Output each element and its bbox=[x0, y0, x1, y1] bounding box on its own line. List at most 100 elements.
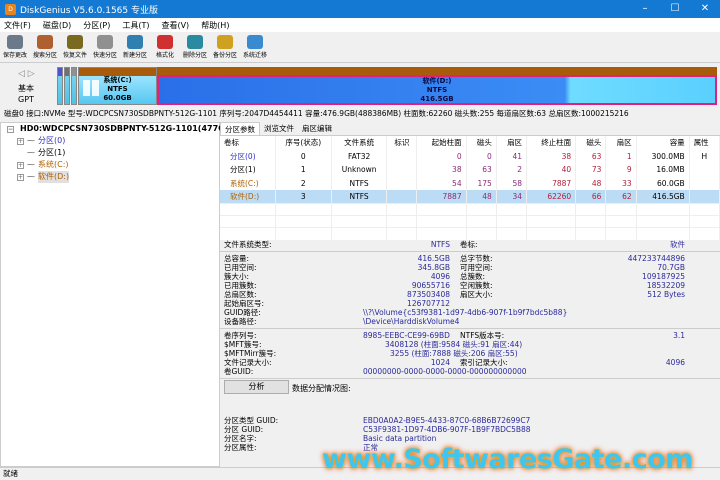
tree-disk-hd0[interactable]: − HD0:WDCPCSN730SDBPNTY-512G-1101(477GB) bbox=[1, 123, 234, 135]
table-row[interactable]: 分区(0) 0 FAT32 0 0 41 38 63 1 300.0MB H bbox=[220, 149, 720, 163]
table-cell: 62 bbox=[605, 190, 637, 204]
toolbar-button-quick-partition[interactable]: 快速分区 bbox=[90, 32, 120, 62]
toolbar-button-system-migrate[interactable]: 系统迁移 bbox=[240, 32, 270, 62]
table-cell: 分区(0) bbox=[220, 149, 276, 163]
toolbar-button-save[interactable]: 保存更改 bbox=[0, 32, 30, 62]
prev-disk-icon[interactable]: ◁ bbox=[18, 69, 25, 79]
table-cell: 1 bbox=[275, 163, 333, 177]
disk-info-line: 磁盘0 接口:NVMe 型号:WDCPCSN730SDBPNTY-512G-11… bbox=[0, 107, 720, 120]
watermark: www.SoftwaresGate.com bbox=[322, 444, 693, 475]
device-path-label: 设备路径: bbox=[224, 317, 257, 326]
expand-icon[interactable]: + bbox=[17, 161, 24, 169]
toolbar-label: 新建分区 bbox=[122, 52, 147, 59]
column-header[interactable]: 容量 bbox=[636, 136, 690, 150]
tab-partition-params[interactable]: 分区参数 bbox=[220, 122, 260, 135]
disk-type-basic: 基本 bbox=[18, 84, 34, 93]
data-map-label: 数据分配情况图: bbox=[292, 384, 351, 393]
table-cell: 7887 bbox=[526, 176, 577, 190]
partition-c-block[interactable]: 系统(C:) NTFS 60.0GB bbox=[78, 67, 157, 105]
tree-item-label: 分区(0) bbox=[38, 136, 66, 145]
column-header[interactable]: 序号(状态) bbox=[275, 136, 333, 150]
column-header[interactable]: 磁头 bbox=[466, 136, 497, 150]
empty-row bbox=[220, 203, 720, 216]
expand-icon[interactable]: + bbox=[17, 137, 24, 145]
close-button[interactable]: ✕ bbox=[690, 0, 720, 18]
table-cell: 38 bbox=[416, 163, 467, 177]
table-cell: 16.0MB bbox=[636, 163, 690, 177]
maximize-button[interactable]: ☐ bbox=[660, 0, 690, 18]
ntfs-version-value: 3.1 bbox=[673, 331, 685, 340]
column-header[interactable]: 起始柱面 bbox=[416, 136, 467, 150]
mftmirr-label: $MFTMirr簇号: bbox=[224, 349, 277, 358]
table-cell: NTFS bbox=[331, 190, 388, 204]
guid-path-value: \\?\Volume{c53f9381-1d97-4db6-907f-1b9f7… bbox=[363, 308, 568, 317]
toolbar-button-new-partition[interactable]: 新建分区 bbox=[120, 32, 150, 62]
volume-guid-value: 00000000-0000-0000-0000-000000000000 bbox=[363, 367, 527, 376]
table-cell: 34 bbox=[496, 190, 528, 204]
toolbar-label: 格式化 bbox=[155, 52, 174, 59]
column-header[interactable]: 卷标 bbox=[220, 136, 276, 150]
partition-0-block[interactable] bbox=[57, 67, 63, 105]
table-cell: 38 bbox=[526, 149, 577, 163]
menu-partition[interactable]: 分区(P) bbox=[83, 20, 110, 31]
mft-label: $MFT簇号: bbox=[224, 340, 262, 349]
tab-sector-edit[interactable]: 扇区编辑 bbox=[298, 122, 336, 135]
tree-item-label: 系统(C:) bbox=[38, 160, 69, 169]
column-header[interactable]: 属性 bbox=[689, 136, 720, 150]
toolbar-button-search[interactable]: 搜索分区 bbox=[30, 32, 60, 62]
table-row[interactable]: 系统(C:) 2 NTFS 54 175 58 7887 48 33 60.0GB bbox=[220, 176, 720, 190]
tab-browse-files[interactable]: 浏览文件 bbox=[260, 122, 298, 135]
table-cell: H bbox=[689, 149, 720, 163]
expand-icon[interactable]: + bbox=[17, 173, 24, 181]
menu-disk[interactable]: 磁盘(D) bbox=[43, 20, 71, 31]
table-cell: 2 bbox=[496, 163, 528, 177]
minimize-button[interactable]: – bbox=[630, 0, 660, 18]
toolbar-label: 删除分区 bbox=[182, 52, 207, 59]
system-migrate-icon bbox=[247, 35, 263, 49]
menu-help[interactable]: 帮助(H) bbox=[201, 20, 229, 31]
format-icon bbox=[157, 35, 173, 49]
menu-file[interactable]: 文件(F) bbox=[4, 20, 31, 31]
window-title: DiskGenius V5.6.0.1565 专业版 bbox=[20, 5, 158, 16]
partition-guid-label: 分区 GUID: bbox=[224, 425, 264, 434]
title-bar: D DiskGenius V5.6.0.1565 专业版 – ☐ ✕ bbox=[0, 0, 720, 18]
partition-1-block[interactable] bbox=[64, 67, 70, 105]
toolbar-label: 搜索分区 bbox=[32, 52, 57, 59]
toolbar-button-delete-partition[interactable]: 删除分区 bbox=[180, 32, 210, 62]
toolbar-label: 快速分区 bbox=[92, 52, 117, 59]
table-row[interactable]: 软件(D:) 3 NTFS 7887 48 34 62260 66 62 416.5GB bbox=[220, 190, 720, 204]
table-row[interactable]: 分区(1) 1 Unknown 38 63 2 40 73 9 16.0MB bbox=[220, 163, 720, 177]
column-header[interactable]: 终止柱面 bbox=[526, 136, 577, 150]
tree-item-partition[interactable]: + ⁓ 系统(C:) bbox=[1, 159, 219, 171]
volume-guid-label: 卷GUID: bbox=[224, 367, 254, 376]
table-cell: 7887 bbox=[416, 190, 467, 204]
toolbar-button-recover-file[interactable]: 恢复文件 bbox=[60, 32, 90, 62]
menu-view[interactable]: 查看(V) bbox=[161, 20, 189, 31]
column-header[interactable]: 标识 bbox=[386, 136, 418, 150]
toolbar-button-format[interactable]: 格式化 bbox=[150, 32, 180, 62]
column-header[interactable]: 扇区 bbox=[496, 136, 528, 150]
tree-item-partition[interactable]: ⁓ 分区(1) bbox=[1, 147, 219, 159]
tree-item-partition[interactable]: + ⁓ 软件(D:) bbox=[1, 171, 219, 183]
tree-item-partition[interactable]: + ⁓ 分区(0) bbox=[1, 135, 219, 147]
app-logo-icon: D bbox=[5, 3, 16, 15]
analyze-button[interactable]: 分析 bbox=[224, 380, 289, 394]
table-cell: 54 bbox=[416, 176, 467, 190]
table-cell: 0 bbox=[466, 149, 497, 163]
partition-type-guid-value: EBD0A0A2-B9E5-4433-87C0-68B6B72699C7 bbox=[363, 416, 531, 425]
table-cell bbox=[386, 163, 418, 177]
next-disk-icon[interactable]: ▷ bbox=[28, 69, 35, 79]
partition-unalloc-block[interactable] bbox=[71, 67, 77, 105]
table-cell bbox=[689, 163, 720, 177]
partition-table: 卷标 序号(状态) 文件系统 标识 起始柱面 磁头 扇区 终止柱面 磁头 扇区 容量 属性 分区(0)… bbox=[220, 136, 720, 240]
partition-d-block[interactable]: 软件(D:) NTFS 416.5GB bbox=[157, 67, 717, 105]
table-cell: 40 bbox=[526, 163, 577, 177]
column-header[interactable]: 扇区 bbox=[605, 136, 637, 150]
mft-value: 3408128 (柱面:9584 磁头:91 扇区:44) bbox=[385, 340, 523, 349]
menu-tools[interactable]: 工具(T) bbox=[122, 20, 149, 31]
column-header[interactable]: 文件系统 bbox=[331, 136, 388, 150]
table-cell: 73 bbox=[575, 163, 607, 177]
collapse-icon[interactable]: − bbox=[7, 125, 14, 133]
toolbar-button-backup-partition[interactable]: 备份分区 bbox=[210, 32, 240, 62]
column-header[interactable]: 磁头 bbox=[575, 136, 607, 150]
